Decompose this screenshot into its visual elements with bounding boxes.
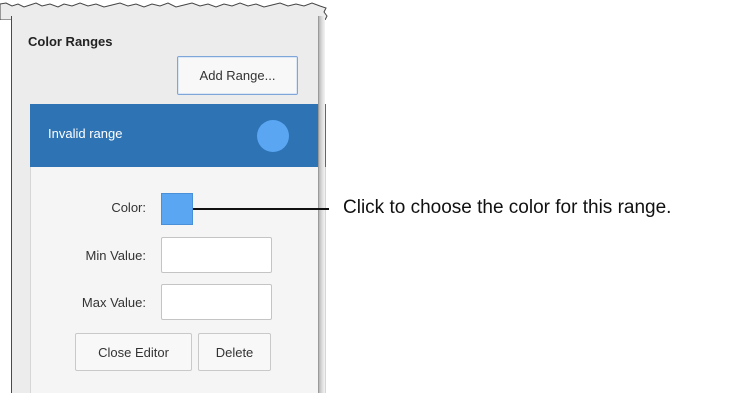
screenshot: Color Ranges Add Range... Invalid range …: [0, 0, 732, 393]
range-name-label: Invalid range: [48, 126, 123, 141]
callout-text: Click to choose the color for this range…: [343, 197, 672, 218]
min-value-label: Min Value:: [85, 248, 146, 263]
delete-button[interactable]: Delete: [198, 333, 271, 371]
color-picker-button[interactable]: [161, 193, 193, 225]
max-value-label: Max Value:: [81, 295, 146, 310]
panel-edge-shadow: [318, 16, 325, 393]
range-color-indicator: [257, 120, 289, 152]
close-editor-button[interactable]: Close Editor: [75, 333, 192, 371]
min-value-input[interactable]: [161, 237, 272, 273]
panel-title: Color Ranges: [28, 34, 113, 49]
callout-pointer-line: [193, 208, 329, 210]
max-value-input[interactable]: [161, 284, 272, 320]
color-field-label: Color:: [111, 200, 146, 215]
range-header-invalid-range[interactable]: Invalid range: [30, 104, 326, 167]
add-range-button[interactable]: Add Range...: [177, 56, 298, 95]
